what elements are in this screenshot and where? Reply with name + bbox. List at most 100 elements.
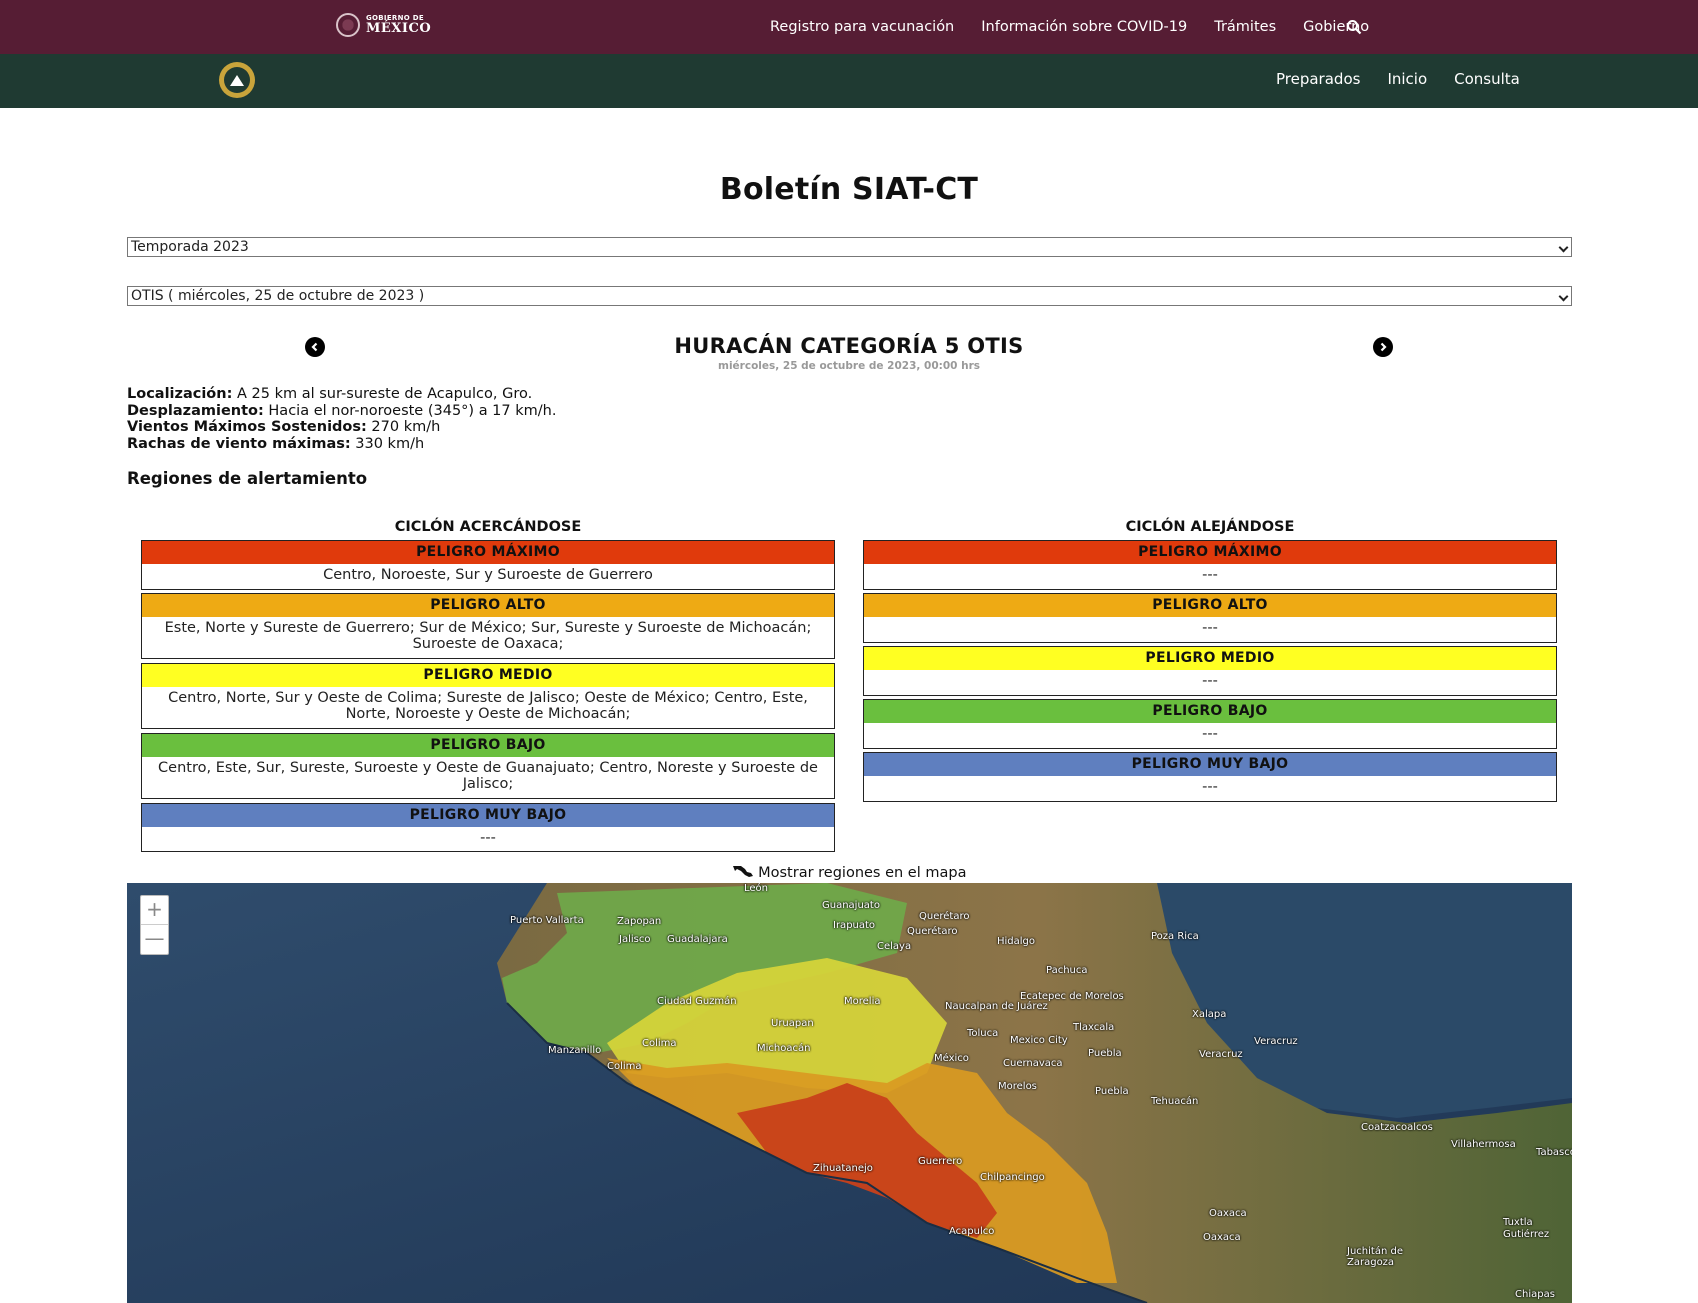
map-city-label: Acapulco	[949, 1226, 995, 1237]
zoom-out-button[interactable]: —	[141, 925, 168, 954]
map-city-label: Michoacán	[757, 1043, 811, 1054]
map-city-label: Zihuatanejo	[813, 1163, 873, 1174]
movement-label: Desplazamiento:	[127, 402, 264, 419]
alert-level-regions: Centro, Este, Sur, Sureste, Suroeste y O…	[158, 760, 818, 792]
nav-inicio[interactable]: Inicio	[1387, 70, 1427, 88]
map-city-label: Colima	[642, 1038, 677, 1049]
show-regions-toggle[interactable]: Mostrar regiones en el mapa	[0, 865, 1698, 881]
season-select[interactable]: Temporada 2023	[127, 237, 1572, 257]
approaching-alto: PELIGRO ALTO Este, Norte y Sureste de Gu…	[141, 593, 835, 659]
alert-level-regions: Este, Norte y Sureste de Guerrero; Sur d…	[164, 620, 812, 652]
zoom-in-button[interactable]: +	[141, 896, 168, 925]
map-city-label: Chilpancingo	[980, 1172, 1045, 1183]
map-city-label: Pachuca	[1046, 965, 1088, 976]
alert-level-regions: Centro, Norte, Sur y Oeste de Colima; Su…	[168, 690, 808, 722]
nav-tramites[interactable]: Trámites	[1214, 19, 1276, 35]
nav-registro-vacunacion[interactable]: Registro para vacunación	[770, 19, 954, 35]
mexico-map-icon	[732, 866, 753, 877]
alert-level-label: PELIGRO MUY BAJO	[142, 804, 834, 827]
alert-level-label: PELIGRO MÁXIMO	[142, 541, 834, 564]
map-city-label: Puebla	[1088, 1048, 1122, 1059]
alert-level-label: PELIGRO BAJO	[142, 734, 834, 757]
map-city-label: Hidalgo	[997, 936, 1036, 947]
gobierno-mexico-logo[interactable]: GOBIERNO DE MÉXICO	[336, 13, 431, 37]
alert-level-regions: ---	[480, 830, 496, 846]
approaching-bajo: PELIGRO BAJO Centro, Este, Sur, Sureste,…	[141, 733, 835, 799]
alert-level-regions: ---	[1202, 673, 1218, 689]
storm-select[interactable]: OTIS ( miércoles, 25 de octubre de 2023 …	[127, 286, 1572, 306]
page-title: Boletín SIAT-CT	[719, 172, 979, 207]
nav-consulta[interactable]: Consulta	[1454, 70, 1520, 88]
alert-level-label: PELIGRO MEDIO	[142, 664, 834, 687]
receding-bajo: PELIGRO BAJO ---	[863, 699, 1557, 749]
alert-level-label: PELIGRO ALTO	[142, 594, 834, 617]
alert-level-label: PELIGRO MEDIO	[864, 647, 1556, 670]
logo-line2: MÉXICO	[366, 21, 432, 36]
nav-info-covid[interactable]: Información sobre COVID-19	[981, 19, 1187, 35]
alert-level-label: PELIGRO BAJO	[864, 700, 1556, 723]
approaching-muy-bajo: PELIGRO MUY BAJO ---	[141, 803, 835, 852]
alert-level-label: PELIGRO MUY BAJO	[864, 753, 1556, 776]
map-city-label: Morelos	[998, 1081, 1037, 1092]
map-city-label: Puerto Vallarta	[510, 915, 584, 926]
map-city-label: Irapuato	[833, 920, 876, 931]
map-city-label: Chiapas	[1515, 1289, 1555, 1300]
map-city-label: Guadalajara	[667, 934, 728, 945]
map-city-label: Veracruz	[1254, 1036, 1298, 1047]
national-seal-icon	[336, 13, 360, 37]
approaching-heading: CICLÓN ACERCÁNDOSE	[394, 519, 582, 535]
map-city-label: Naucalpan de Juárez	[945, 1001, 1048, 1012]
map-city-label: Tehuacán	[1151, 1096, 1199, 1107]
storm-info: Localización: A 25 km al sur-sureste de …	[127, 386, 556, 452]
next-bulletin-button[interactable]	[1373, 337, 1393, 357]
alert-level-regions: ---	[1202, 567, 1218, 583]
proteccion-civil-logo[interactable]	[219, 62, 255, 98]
movement-value: Hacia el nor-noroeste (345°) a 17 km/h.	[263, 402, 557, 419]
map-city-label: Puebla	[1095, 1086, 1129, 1097]
search-icon[interactable]	[1346, 19, 1362, 35]
receding-medio: PELIGRO MEDIO ---	[863, 646, 1557, 696]
satellite-map-image	[127, 883, 1572, 1303]
alert-level-regions: Centro, Noroeste, Sur y Suroeste de Guer…	[323, 567, 653, 583]
map-city-label: León	[744, 883, 769, 894]
map-city-label: Ciudad Guzmán	[657, 996, 737, 1007]
storm-date: miércoles, 25 de octubre de 2023, 00:00 …	[718, 360, 980, 372]
receding-heading: CICLÓN ALEJÁNDOSE	[1125, 519, 1295, 535]
map-city-label: Guanajuato	[822, 900, 880, 911]
gusts-label: Rachas de viento máximas:	[127, 435, 351, 452]
map-city-label: Ecatepec de Morelos	[1020, 991, 1124, 1002]
map-city-label: Tabasco	[1536, 1147, 1572, 1158]
gusts-value: 330 km/h	[350, 435, 425, 452]
map-city-label: Zapopan	[617, 916, 662, 927]
map-city-label: Villahermosa	[1451, 1139, 1516, 1150]
map-city-label: Toluca	[967, 1028, 999, 1039]
storm-title: HURACÁN CATEGORÍA 5 OTIS	[674, 334, 1024, 358]
map-city-label: Veracruz	[1199, 1049, 1243, 1060]
map-city-label: Querétaro	[919, 911, 970, 922]
map-city-label: Tuxtla Gutiérrez	[1503, 1217, 1550, 1240]
nav-preparados[interactable]: Preparados	[1276, 70, 1360, 88]
gov-nav: Registro para vacunación Información sob…	[770, 19, 1396, 35]
regions-title: Regiones de alertamiento	[127, 469, 368, 488]
chevron-down-icon	[1558, 291, 1569, 302]
map-city-label: Oaxaca	[1203, 1232, 1241, 1243]
map-city-label: Juchitán de Zaragoza	[1347, 1246, 1403, 1268]
chevron-down-icon	[1558, 242, 1569, 253]
triangle-icon	[230, 74, 244, 86]
alert-level-regions: ---	[1202, 779, 1218, 795]
map-city-label: Cuernavaca	[1003, 1058, 1063, 1069]
map-city-label: Coatzacoalcos	[1361, 1122, 1433, 1133]
max-winds-label: Vientos Máximos Sostenidos:	[127, 419, 367, 435]
location-label: Localización:	[127, 386, 233, 402]
chevron-right-icon	[1380, 342, 1387, 352]
receding-muy-bajo: PELIGRO MUY BAJO ---	[863, 752, 1557, 802]
alert-level-label: PELIGRO ALTO	[864, 594, 1556, 617]
map-city-label: Tlaxcala	[1073, 1022, 1115, 1033]
alert-map[interactable]: León Guanajuato Puerto Vallarta Zapopan …	[127, 883, 1572, 1303]
secondary-nav: Preparados Inicio Consulta	[1276, 70, 1547, 88]
map-city-label: México	[934, 1053, 969, 1064]
alert-level-regions: ---	[1202, 726, 1218, 742]
max-winds-value: 270 km/h	[366, 419, 441, 435]
alert-level-regions: ---	[1202, 620, 1218, 636]
map-city-label: Celaya	[877, 941, 912, 952]
